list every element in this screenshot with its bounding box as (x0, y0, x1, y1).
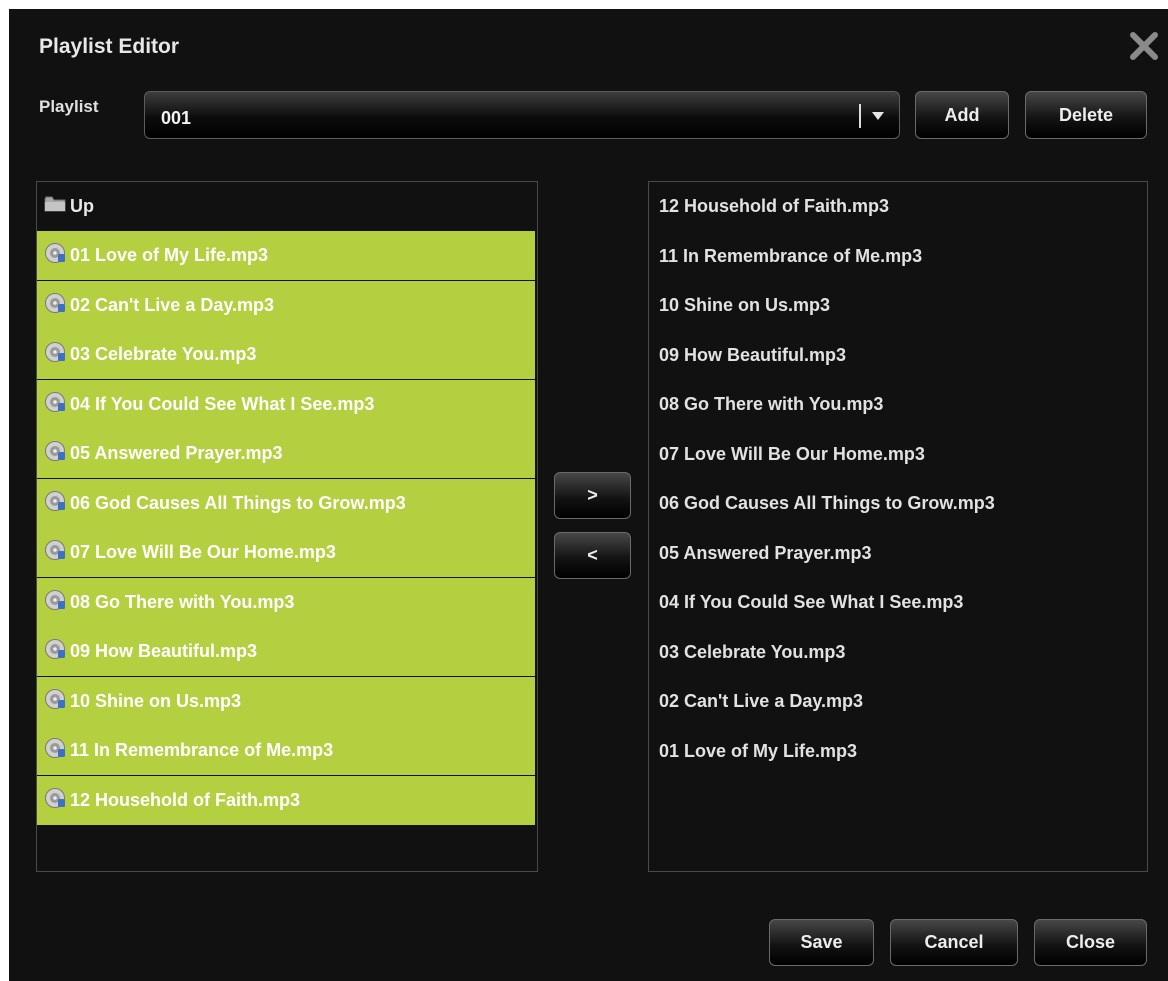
playlist-track-label: 07 Love Will Be Our Home.mp3 (659, 443, 925, 464)
source-track-item[interactable]: 10 Shine on Us.mp3 (37, 676, 535, 726)
playlist-track-item[interactable]: 03 Celebrate You.mp3 (649, 628, 1147, 677)
add-playlist-button[interactable]: Add (915, 91, 1009, 139)
close-x-icon[interactable] (1127, 29, 1161, 63)
playlist-track-label: 04 If You Could See What I See.mp3 (659, 592, 964, 612)
source-track-item[interactable]: 07 Love Will Be Our Home.mp3 (37, 528, 535, 577)
remove-from-playlist-button[interactable]: < (554, 532, 631, 579)
playlist-track-item[interactable]: 10 Shine on Us.mp3 (649, 281, 1147, 330)
audio-file-icon (44, 242, 66, 269)
playlist-track-item[interactable]: 04 If You Could See What I See.mp3 (649, 578, 1147, 627)
source-track-label: 04 If You Could See What I See.mp3 (70, 393, 375, 414)
source-track-item[interactable]: 12 Household of Faith.mp3 (37, 775, 535, 825)
source-track-label: 10 Shine on Us.mp3 (70, 690, 242, 711)
playlist-select-value: 001 (161, 108, 192, 128)
playlist-track-label: 10 Shine on Us.mp3 (659, 295, 831, 315)
source-track-label: 03 Celebrate You.mp3 (70, 344, 257, 364)
combo-divider (859, 104, 861, 128)
playlist-track-item[interactable]: 12 Household of Faith.mp3 (649, 182, 1147, 231)
playlist-track-item[interactable]: 06 God Causes All Things to Grow.mp3 (649, 479, 1147, 528)
delete-playlist-button[interactable]: Delete (1025, 91, 1147, 139)
source-track-item[interactable]: 02 Can't Live a Day.mp3 (37, 280, 535, 330)
source-track-label: 07 Love Will Be Our Home.mp3 (70, 542, 336, 562)
playlist-track-item[interactable]: 08 Go There with You.mp3 (649, 380, 1147, 429)
source-track-item[interactable]: 08 Go There with You.mp3 (37, 577, 535, 627)
audio-file-icon (44, 539, 66, 566)
source-track-item[interactable]: 04 If You Could See What I See.mp3 (37, 379, 535, 429)
playlist-track-label: 12 Household of Faith.mp3 (659, 196, 890, 216)
audio-file-icon (44, 391, 66, 418)
audio-file-icon (44, 341, 66, 368)
playlist-track-item[interactable]: 07 Love Will Be Our Home.mp3 (649, 430, 1147, 479)
playlist-track-item[interactable]: 02 Can't Live a Day.mp3 (649, 677, 1147, 726)
folder-icon (44, 195, 66, 218)
source-track-label: 11 In Remembrance of Me.mp3 (70, 740, 334, 760)
up-folder-item[interactable]: Up (37, 182, 535, 231)
dialog-title: Playlist Editor (39, 35, 180, 58)
playlist-track-item[interactable]: 09 How Beautiful.mp3 (649, 331, 1147, 380)
playlist-track-label: 02 Can't Live a Day.mp3 (659, 691, 864, 711)
audio-file-icon (44, 589, 66, 616)
source-track-label: 12 Household of Faith.mp3 (70, 789, 301, 810)
source-track-label: 02 Can't Live a Day.mp3 (70, 294, 275, 315)
playlist-track-item[interactable]: 05 Answered Prayer.mp3 (649, 529, 1147, 578)
add-to-playlist-button[interactable]: > (554, 472, 631, 519)
source-track-label: 06 God Causes All Things to Grow.mp3 (70, 492, 406, 513)
playlist-editor-dialog: Playlist Editor Playlist 001 Add Delete … (9, 9, 1168, 981)
playlist-track-item[interactable]: 11 In Remembrance of Me.mp3 (649, 232, 1147, 281)
source-track-label: 05 Answered Prayer.mp3 (70, 443, 283, 463)
source-track-label: 01 Love of My Life.mp3 (70, 245, 269, 265)
source-track-item[interactable]: 09 How Beautiful.mp3 (37, 627, 535, 676)
up-folder-label: Up (70, 196, 94, 216)
playlist-label: Playlist (39, 97, 99, 116)
playlist-track-item[interactable]: 01 Love of My Life.mp3 (649, 727, 1147, 776)
source-track-item[interactable]: 01 Love of My Life.mp3 (37, 231, 535, 280)
chevron-down-icon[interactable] (872, 112, 884, 120)
audio-file-icon (44, 638, 66, 665)
playlist-track-label: 01 Love of My Life.mp3 (659, 740, 858, 761)
source-track-item[interactable]: 11 In Remembrance of Me.mp3 (37, 726, 535, 775)
save-button[interactable]: Save (769, 919, 874, 966)
playlist-track-label: 09 How Beautiful.mp3 (659, 344, 847, 365)
close-button[interactable]: Close (1034, 919, 1147, 966)
audio-file-icon (44, 688, 66, 715)
source-track-item[interactable]: 06 God Causes All Things to Grow.mp3 (37, 478, 535, 528)
audio-file-icon (44, 490, 66, 517)
audio-file-icon (44, 787, 66, 814)
audio-file-icon (44, 440, 66, 467)
source-track-label: 09 How Beautiful.mp3 (70, 641, 258, 661)
playlist-track-label: 06 God Causes All Things to Grow.mp3 (659, 493, 995, 513)
source-track-label: 08 Go There with You.mp3 (70, 591, 295, 612)
source-file-list[interactable]: Up 01 Love of My Life.mp3 02 Can't Live a… (36, 181, 538, 872)
source-track-item[interactable]: 03 Celebrate You.mp3 (37, 330, 535, 379)
playlist-select[interactable]: 001 (144, 91, 900, 139)
playlist-track-label: 05 Answered Prayer.mp3 (659, 542, 872, 563)
playlist-track-list[interactable]: 12 Household of Faith.mp3 11 In Remembran… (648, 181, 1148, 872)
audio-file-icon (44, 292, 66, 319)
cancel-button[interactable]: Cancel (890, 919, 1018, 966)
playlist-track-label: 08 Go There with You.mp3 (659, 394, 884, 414)
playlist-track-label: 03 Celebrate You.mp3 (659, 641, 846, 662)
audio-file-icon (44, 737, 66, 764)
source-track-item[interactable]: 05 Answered Prayer.mp3 (37, 429, 535, 478)
playlist-track-label: 11 In Remembrance of Me.mp3 (659, 245, 923, 266)
